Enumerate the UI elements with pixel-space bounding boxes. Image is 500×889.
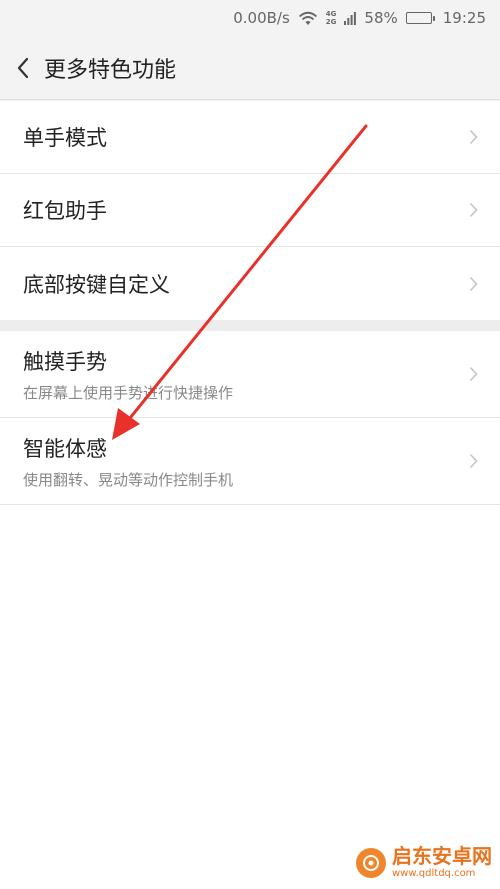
chevron-left-icon — [17, 57, 29, 78]
list-item-bottom-key-custom[interactable]: 底部按键自定义 — [0, 247, 500, 320]
settings-list-gesture: 触摸手势 在屏幕上使用手势进行快捷操作 智能体感 使用翻转、晃动等动作控制手机 — [0, 331, 500, 505]
list-item-smart-motion[interactable]: 智能体感 使用翻转、晃动等动作控制手机 — [0, 418, 500, 505]
list-item-title: 单手模式 — [23, 126, 107, 150]
list-item-one-hand-mode[interactable]: 单手模式 — [0, 101, 500, 174]
app-header: 更多特色功能 — [0, 36, 500, 100]
back-button[interactable] — [0, 36, 46, 100]
list-item-subtitle: 在屏幕上使用手势进行快捷操作 — [23, 383, 234, 402]
chevron-right-icon — [469, 129, 478, 145]
watermark-name: 启东安卓网 — [392, 844, 492, 868]
wifi-icon — [298, 11, 318, 26]
brand-logo-icon — [356, 847, 386, 878]
signal-icon — [344, 11, 357, 25]
battery-icon — [405, 12, 435, 24]
chevron-right-icon — [469, 202, 478, 218]
network-type: 4G 2G — [325, 10, 337, 26]
clock: 19:25 — [442, 9, 486, 27]
watermark: 启东安卓网 www.qdltdq.com — [356, 846, 492, 879]
status-bar: 0.00B/s 4G 2G 58% 19:25 — [0, 0, 500, 36]
page-title: 更多特色功能 — [44, 57, 177, 83]
settings-list-basic: 单手模式 红包助手 底部按键自定义 — [0, 101, 500, 320]
list-item-title: 红包助手 — [23, 199, 107, 223]
network-speed: 0.00B/s — [233, 9, 290, 27]
list-item-red-packet-assistant[interactable]: 红包助手 — [0, 174, 500, 247]
list-item-touch-gesture[interactable]: 触摸手势 在屏幕上使用手势进行快捷操作 — [0, 331, 500, 418]
list-item-title: 触摸手势 — [23, 349, 107, 374]
chevron-right-icon — [469, 366, 478, 382]
section-divider — [0, 320, 500, 331]
battery-percent: 58% — [364, 9, 398, 27]
chevron-right-icon — [469, 453, 478, 469]
list-item-subtitle: 使用翻转、晃动等动作控制手机 — [23, 470, 234, 489]
empty-content-area — [0, 505, 500, 889]
list-item-title: 底部按键自定义 — [23, 272, 170, 297]
chevron-right-icon — [469, 276, 478, 291]
watermark-url: www.qdltdq.com — [392, 868, 476, 879]
list-item-title: 智能体感 — [23, 436, 107, 461]
